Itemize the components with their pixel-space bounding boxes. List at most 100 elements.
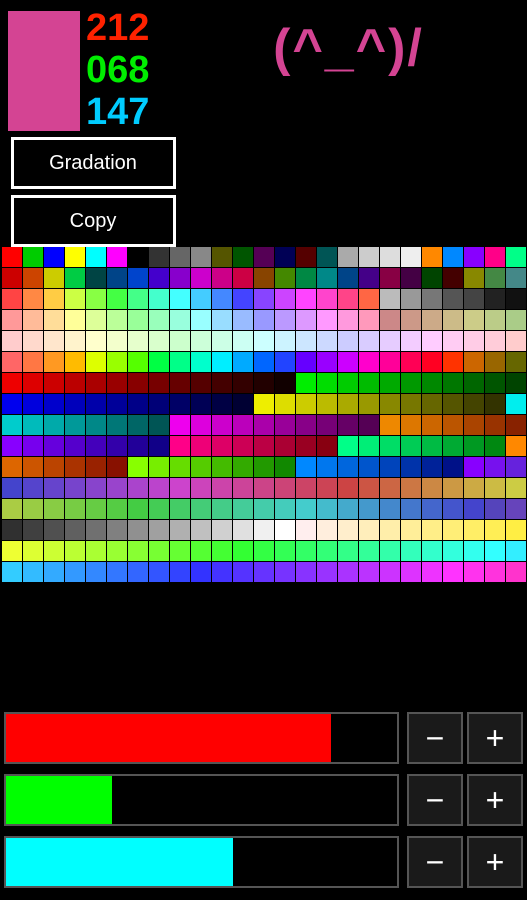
color-cell[interactable]: [23, 520, 43, 540]
color-cell[interactable]: [422, 436, 442, 456]
color-cell[interactable]: [485, 352, 505, 372]
color-cell[interactable]: [86, 499, 106, 519]
color-cell[interactable]: [275, 289, 295, 309]
color-cell[interactable]: [275, 394, 295, 414]
color-cell[interactable]: [275, 457, 295, 477]
color-cell[interactable]: [23, 373, 43, 393]
color-cell[interactable]: [380, 268, 400, 288]
color-cell[interactable]: [254, 436, 274, 456]
color-cell[interactable]: [128, 541, 148, 561]
color-cell[interactable]: [2, 541, 22, 561]
color-cell[interactable]: [338, 478, 358, 498]
color-cell[interactable]: [485, 436, 505, 456]
color-cell[interactable]: [296, 478, 316, 498]
color-cell[interactable]: [275, 562, 295, 582]
color-cell[interactable]: [275, 520, 295, 540]
color-cell[interactable]: [191, 289, 211, 309]
color-cell[interactable]: [443, 436, 463, 456]
color-cell[interactable]: [212, 394, 232, 414]
color-cell[interactable]: [233, 478, 253, 498]
color-cell[interactable]: [212, 415, 232, 435]
color-cell[interactable]: [254, 541, 274, 561]
color-cell[interactable]: [506, 247, 526, 267]
color-cell[interactable]: [443, 310, 463, 330]
color-cell[interactable]: [233, 310, 253, 330]
color-cell[interactable]: [359, 331, 379, 351]
color-cell[interactable]: [464, 394, 484, 414]
color-cell[interactable]: [317, 352, 337, 372]
color-cell[interactable]: [212, 310, 232, 330]
color-cell[interactable]: [275, 499, 295, 519]
color-cell[interactable]: [65, 289, 85, 309]
color-cell[interactable]: [170, 310, 190, 330]
color-cell[interactable]: [191, 310, 211, 330]
color-cell[interactable]: [191, 373, 211, 393]
blue-slider-track[interactable]: [4, 836, 399, 888]
color-cell[interactable]: [170, 289, 190, 309]
color-cell[interactable]: [422, 247, 442, 267]
color-cell[interactable]: [212, 331, 232, 351]
color-cell[interactable]: [359, 289, 379, 309]
color-cell[interactable]: [65, 541, 85, 561]
color-cell[interactable]: [296, 520, 316, 540]
color-cell[interactable]: [254, 352, 274, 372]
color-cell[interactable]: [506, 520, 526, 540]
color-cell[interactable]: [170, 562, 190, 582]
color-cell[interactable]: [107, 352, 127, 372]
color-cell[interactable]: [128, 499, 148, 519]
color-cell[interactable]: [296, 247, 316, 267]
color-cell[interactable]: [86, 394, 106, 414]
color-cell[interactable]: [317, 520, 337, 540]
color-cell[interactable]: [380, 394, 400, 414]
color-cell[interactable]: [506, 310, 526, 330]
color-cell[interactable]: [485, 310, 505, 330]
color-cell[interactable]: [317, 331, 337, 351]
color-cell[interactable]: [86, 457, 106, 477]
color-cell[interactable]: [149, 247, 169, 267]
color-cell[interactable]: [380, 520, 400, 540]
color-cell[interactable]: [23, 247, 43, 267]
color-cell[interactable]: [506, 352, 526, 372]
color-cell[interactable]: [359, 310, 379, 330]
color-cell[interactable]: [317, 268, 337, 288]
color-cell[interactable]: [464, 268, 484, 288]
color-cell[interactable]: [191, 478, 211, 498]
color-cell[interactable]: [275, 268, 295, 288]
color-cell[interactable]: [338, 436, 358, 456]
blue-slider-minus-button[interactable]: −: [407, 836, 463, 888]
color-cell[interactable]: [44, 562, 64, 582]
color-cell[interactable]: [275, 478, 295, 498]
color-cell[interactable]: [359, 520, 379, 540]
color-cell[interactable]: [212, 541, 232, 561]
color-cell[interactable]: [44, 268, 64, 288]
color-cell[interactable]: [149, 457, 169, 477]
color-cell[interactable]: [254, 268, 274, 288]
color-cell[interactable]: [359, 436, 379, 456]
color-cell[interactable]: [359, 247, 379, 267]
color-cell[interactable]: [296, 562, 316, 582]
color-cell[interactable]: [422, 352, 442, 372]
color-cell[interactable]: [23, 541, 43, 561]
color-cell[interactable]: [296, 268, 316, 288]
color-cell[interactable]: [422, 415, 442, 435]
color-cell[interactable]: [338, 541, 358, 561]
color-cell[interactable]: [2, 352, 22, 372]
color-cell[interactable]: [2, 268, 22, 288]
color-cell[interactable]: [44, 520, 64, 540]
color-cell[interactable]: [506, 457, 526, 477]
color-cell[interactable]: [233, 520, 253, 540]
color-cell[interactable]: [254, 310, 274, 330]
color-cell[interactable]: [254, 415, 274, 435]
color-cell[interactable]: [443, 247, 463, 267]
color-cell[interactable]: [23, 289, 43, 309]
color-cell[interactable]: [2, 499, 22, 519]
color-cell[interactable]: [464, 541, 484, 561]
color-cell[interactable]: [359, 499, 379, 519]
color-cell[interactable]: [401, 289, 421, 309]
color-cell[interactable]: [254, 457, 274, 477]
color-cell[interactable]: [107, 310, 127, 330]
color-cell[interactable]: [464, 499, 484, 519]
color-cell[interactable]: [65, 352, 85, 372]
color-cell[interactable]: [86, 247, 106, 267]
color-cell[interactable]: [86, 436, 106, 456]
